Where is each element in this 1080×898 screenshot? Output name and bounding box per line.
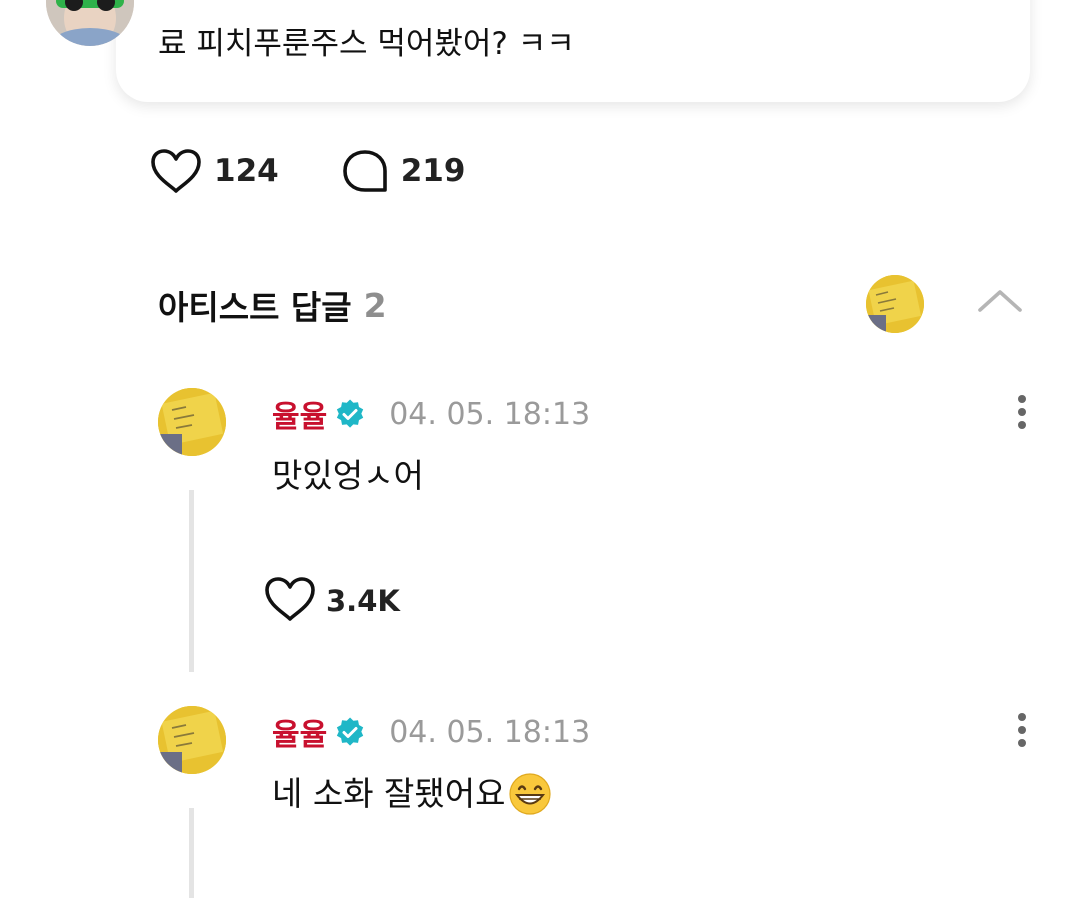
chevron-up-icon	[976, 286, 1024, 318]
artist-avatar[interactable]	[866, 275, 924, 333]
reply-author-avatar[interactable]	[158, 706, 226, 774]
reply-meta: 율율 04. 05. 18:13	[272, 392, 590, 436]
reply-timestamp: 04. 05. 18:13	[389, 396, 591, 432]
reply-author-name[interactable]: 율율	[272, 392, 327, 436]
artist-replies-header: 아티스트 답글 2	[158, 278, 387, 332]
reply-author-avatar[interactable]	[158, 388, 226, 456]
post-like-count: 124	[214, 153, 279, 189]
thread-line	[189, 808, 194, 898]
artist-replies-count: 2	[363, 285, 387, 325]
reply-like-button[interactable]: 3.4K	[264, 576, 400, 626]
reply-author-name[interactable]: 율율	[272, 710, 327, 754]
post-comment-button[interactable]: 219	[341, 148, 466, 194]
reply-more-button[interactable]	[1004, 390, 1040, 438]
more-vertical-icon	[1016, 394, 1028, 434]
reply-text: 네 소화 잘됐어요	[272, 772, 552, 816]
grinning-face-emoji-icon	[508, 772, 552, 816]
comment-bubble-icon	[341, 148, 389, 194]
reply-like-count: 3.4K	[326, 584, 400, 618]
post-like-button[interactable]: 124	[150, 148, 279, 194]
more-vertical-icon	[1016, 712, 1028, 752]
reply-timestamp: 04. 05. 18:13	[389, 714, 591, 750]
reply-text: 맛있엉ㅅ어	[272, 454, 424, 498]
post-bubble[interactable]: 료 피치푸룬주스 먹어봤어? ㅋㅋ	[116, 0, 1030, 102]
reply-meta: 율율 04. 05. 18:13	[272, 710, 590, 754]
post-text: 료 피치푸룬주스 먹어봤어? ㅋㅋ	[158, 26, 575, 62]
verified-badge-icon	[335, 717, 365, 747]
heart-icon	[264, 576, 316, 626]
heart-icon	[150, 148, 202, 194]
collapse-replies-button[interactable]	[974, 284, 1026, 320]
post-comment-count: 219	[400, 153, 466, 189]
artist-replies-title: 아티스트 답글	[158, 288, 352, 327]
reply-text-content: 맛있엉ㅅ어	[272, 456, 424, 495]
reply-text-content: 네 소화 잘됐어요	[272, 774, 506, 813]
post-stats: 124 219	[150, 146, 465, 196]
verified-badge-icon	[335, 399, 365, 429]
thread-line	[189, 490, 194, 672]
reply-more-button[interactable]	[1004, 708, 1040, 756]
